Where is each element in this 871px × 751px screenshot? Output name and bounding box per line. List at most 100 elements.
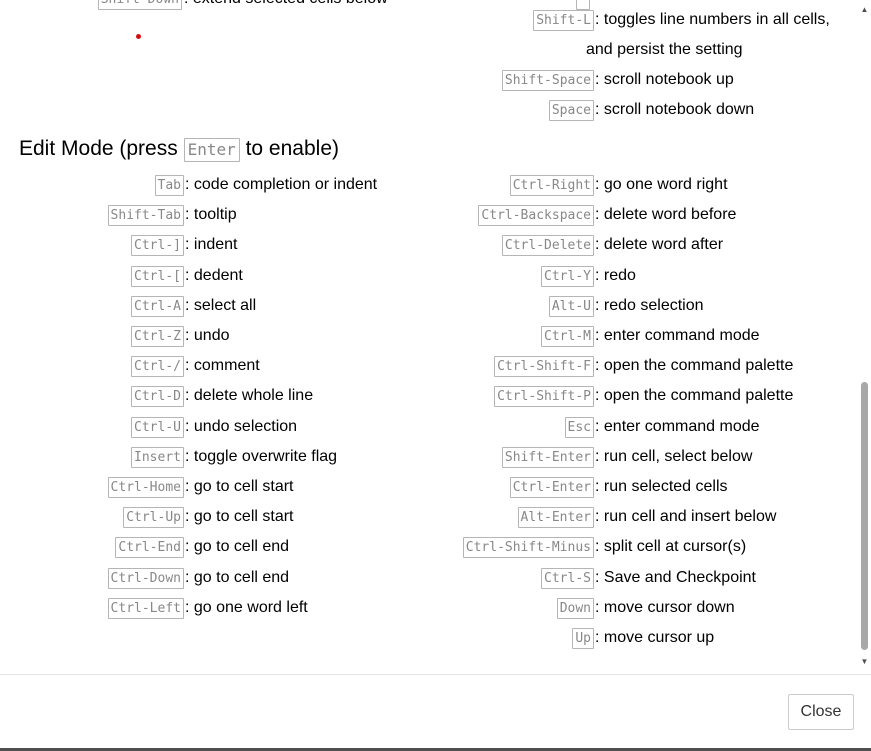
shortcut-desc: : redo (595, 266, 636, 284)
shortcut-row: Ctrl-Home: go to cell start (0, 476, 430, 506)
shortcut-key: Ctrl-S (541, 567, 594, 589)
shortcut-key-cell: Shift-Down (97, 0, 182, 10)
shortcut-key: Ctrl-Left (107, 597, 184, 619)
shortcut-key: Ctrl-A (131, 295, 184, 317)
shortcut-row: Insert: toggle overwrite flag (0, 446, 430, 476)
shortcut-key-cell: Space (548, 99, 594, 121)
shortcut-desc: : run selected cells (595, 478, 728, 495)
shortcut-key-cell: Ctrl-Left (107, 597, 184, 619)
shortcut-desc: : open the command palette (595, 387, 794, 405)
modal-scrollbar[interactable]: ▲ ▼ (858, 0, 871, 674)
triangle-up-icon[interactable]: ▲ (858, 4, 871, 16)
shortcut-row: Ctrl-M: enter command mode (440, 325, 858, 355)
shortcuts-modal-body: Shift-Down : extend selected cells below… (0, 0, 858, 674)
shortcut-row: Up: move cursor up (440, 627, 858, 657)
shortcut-key: Shift-Down (97, 0, 182, 10)
shortcut-desc: : delete whole line (185, 387, 314, 405)
shortcut-key: Ctrl-Shift-P (494, 386, 594, 408)
shortcut-desc: : redo selection (595, 296, 704, 314)
shortcut-key: Ctrl-Y (541, 265, 594, 287)
shortcut-desc: : split cell at cursor(s) (595, 538, 747, 556)
shortcut-key: Ctrl-Delete (501, 235, 594, 257)
shortcut-row: Shift-Tab: tooltip (0, 204, 430, 234)
shortcut-key-cell: Ctrl-/ (131, 355, 184, 378)
shortcut-key-cell: Ctrl-U (131, 416, 184, 438)
shortcut-key: Ctrl-/ (131, 356, 184, 378)
shortcut-key: Ctrl-Enter (509, 477, 594, 498)
close-button[interactable]: Close (788, 694, 854, 730)
shortcut-key-cell: Ctrl-Shift-P (494, 385, 594, 408)
shortcut-key-cell: Alt-Enter (517, 506, 594, 529)
shortcut-key: Ctrl-Home (107, 477, 184, 498)
shortcut-row: Ctrl-]: indent (0, 234, 430, 264)
shortcut-key-cell: Ctrl-Right (509, 174, 594, 196)
shortcut-key-cell: Ctrl-Backspace (478, 204, 594, 227)
shortcut-key-cell: Ctrl-[ (131, 265, 184, 287)
shortcut-key-cell: Up (572, 627, 594, 649)
shortcut-key-cell: Down (556, 597, 594, 619)
shortcut-key-cell: Ctrl-D (131, 385, 184, 408)
shortcut-key: Ctrl-End (115, 537, 184, 559)
shortcut-key: Ctrl-Z (131, 326, 184, 347)
shortcut-key: Shift-Enter (501, 446, 594, 468)
shortcut-key: Alt-U (548, 295, 594, 317)
shortcut-desc: : code completion or indent (185, 176, 378, 193)
shortcut-key: Tab (154, 175, 184, 196)
shortcut-key: Ctrl-D (131, 386, 184, 408)
shortcut-key-cell: Ctrl-Shift-Minus (462, 536, 594, 559)
shortcut-desc: : Save and Checkpoint (595, 568, 756, 586)
shortcut-desc: : run cell and insert below (595, 508, 777, 526)
shortcut-key: Ctrl-Right (509, 175, 594, 196)
shortcut-desc: : comment (185, 357, 260, 375)
shortcut-desc: : enter command mode (595, 417, 760, 435)
shortcut-desc: : extend selected cells below (184, 0, 388, 10)
shortcut-row: Ctrl-U: undo selection (0, 416, 430, 446)
shortcut-desc: : undo selection (185, 417, 298, 435)
cursor-dot (136, 34, 141, 39)
shortcut-row: Ctrl-[: dedent (0, 265, 430, 295)
shortcut-key-cell: Ctrl-Z (131, 325, 184, 347)
shortcut-key: Ctrl-Up (123, 507, 184, 529)
shortcut-row: Ctrl-A: select all (0, 295, 430, 325)
triangle-down-icon[interactable]: ▼ (858, 656, 871, 668)
shortcut-desc: and persist the setting (586, 41, 743, 58)
shortcut-key-cell: Shift-Tab (107, 204, 184, 227)
shortcut-row: and persist the setting (440, 39, 858, 69)
shortcut-row: Ctrl-Shift-Minus: split cell at cursor(s… (440, 536, 858, 566)
shortcut-row: Down: move cursor down (440, 597, 858, 627)
scrollbar-thumb[interactable] (861, 382, 868, 650)
shortcut-key-cell: Insert (131, 446, 184, 468)
shortcut-key-cell: Ctrl-S (541, 567, 594, 589)
shortcut-row: Space: scroll notebook down (440, 99, 858, 129)
shortcut-desc: : go one word right (595, 176, 728, 193)
shortcut-key: Ctrl-Backspace (478, 205, 594, 227)
edit-mode-heading: Edit Mode (press Enter to enable) (19, 135, 339, 163)
shortcut-key: Space (548, 100, 594, 121)
shortcut-key: Shift-Tab (107, 205, 184, 227)
shortcut-key: Alt-Enter (517, 507, 594, 529)
shortcut-desc: : move cursor up (595, 629, 715, 646)
modal-footer-divider (0, 674, 871, 675)
shortcut-row: Ctrl-S: Save and Checkpoint (440, 567, 858, 597)
edit-mode-title-before: Edit Mode (press (19, 137, 184, 160)
shortcut-desc: : dedent (185, 266, 243, 284)
shortcut-key-cell: Shift-Enter (501, 446, 594, 468)
shortcut-desc: : enter command mode (595, 327, 760, 344)
shortcut-desc: : scroll notebook up (595, 71, 734, 88)
shortcut-key: Ctrl-[ (131, 265, 184, 287)
shortcut-key-cell: Alt-U (548, 295, 594, 317)
shortcut-key: Shift-L (533, 10, 594, 31)
shortcut-row: Ctrl-Up: go to cell start (0, 506, 430, 536)
shortcut-desc: : run cell, select below (595, 447, 753, 465)
shortcut-key-cell: Ctrl-M (541, 325, 594, 347)
shortcut-key-cell: Ctrl-Delete (501, 234, 594, 257)
shortcut-desc: : undo (185, 327, 230, 344)
shortcut-desc: : move cursor down (595, 598, 735, 616)
shortcut-key-cell: Ctrl-End (115, 536, 184, 559)
shortcut-key-cell: Ctrl-Enter (509, 476, 594, 498)
shortcut-row: Ctrl-Backspace: delete word before (440, 204, 858, 234)
shortcut-row: Alt-U: redo selection (440, 295, 858, 325)
shortcut-desc: : go to cell end (185, 568, 290, 586)
shortcut-key: Up (572, 628, 594, 649)
shortcut-row: Alt-Enter: run cell and insert below (440, 506, 858, 536)
